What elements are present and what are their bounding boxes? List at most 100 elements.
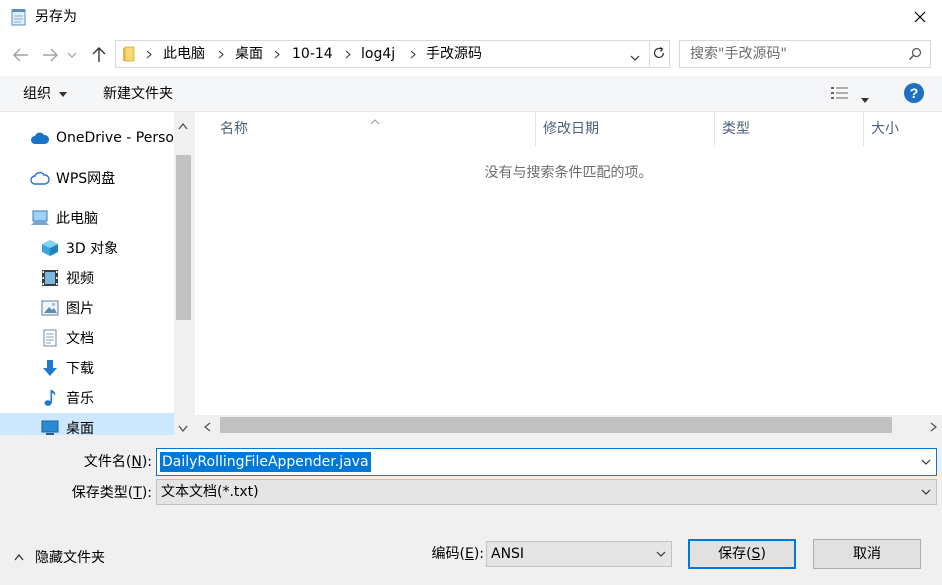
view-options-button[interactable]	[831, 86, 849, 104]
refresh-button[interactable]	[652, 46, 666, 64]
file-list-pane	[195, 112, 942, 435]
search-icon	[908, 47, 922, 65]
caret-down-icon	[861, 98, 869, 103]
search-placeholder: 搜索"手改源码"	[690, 46, 787, 62]
nav-item-label: 视频	[66, 271, 94, 287]
address-divider	[649, 41, 650, 67]
document-icon	[40, 328, 60, 348]
nav-item-label: 图片	[66, 301, 94, 317]
scroll-down-button[interactable]	[178, 420, 188, 436]
nav-item-label: 文档	[66, 331, 94, 347]
chevron-up-icon	[178, 122, 188, 130]
nav-item-desktop[interactable]: 桌面	[0, 413, 174, 435]
nav-item-documents[interactable]: 文档	[0, 323, 174, 353]
title-bar	[0, 0, 942, 34]
close-button[interactable]	[898, 0, 942, 34]
desktop-icon	[40, 418, 60, 435]
breadcrumb-item[interactable]: 10-14	[292, 41, 333, 67]
filename-input[interactable]: DailyRollingFileAppender.java	[156, 448, 937, 476]
breadcrumb-separator-icon	[146, 41, 152, 67]
encoding-select[interactable]: ANSI	[486, 541, 672, 567]
column-header-type[interactable]: 类型	[722, 112, 750, 146]
breadcrumb-separator-icon	[218, 41, 224, 67]
filetype-dropdown-icon	[919, 485, 933, 499]
svg-text:?: ?	[910, 85, 919, 101]
nav-item-music[interactable]: 音乐	[0, 383, 174, 413]
hide-folders-label: 隐藏文件夹	[35, 550, 105, 566]
notepad-icon	[11, 8, 27, 26]
file-list-scroll-thumb[interactable]	[220, 417, 892, 433]
nav-item-this-pc[interactable]: 此电脑	[0, 203, 174, 233]
window-title: 另存为	[35, 9, 77, 25]
help-icon: ?	[904, 83, 924, 103]
arrow-right-icon	[43, 48, 58, 62]
filetype-select[interactable]: 文本文档(*.txt)	[156, 479, 937, 505]
address-dropdown-button[interactable]	[630, 50, 640, 66]
search-input[interactable]: 搜索"手改源码"	[679, 40, 931, 68]
close-icon	[914, 11, 926, 23]
up-button[interactable]	[88, 44, 110, 66]
encoding-label: 编码(E):	[431, 546, 484, 562]
scroll-right-button[interactable]	[930, 420, 938, 436]
column-header-name[interactable]: 名称	[220, 112, 248, 146]
folder-icon	[122, 46, 136, 66]
caret-down-icon	[59, 91, 68, 97]
breadcrumb-separator-icon	[410, 41, 416, 67]
filetype-label: 保存类型(T):	[71, 485, 152, 501]
forward-button[interactable]	[39, 44, 61, 66]
save-button[interactable]: 保存(S)	[688, 539, 796, 569]
hide-folders-toggle[interactable]: 隐藏文件夹	[14, 547, 105, 567]
nav-pane-scroll-thumb[interactable]	[176, 155, 191, 320]
recent-locations-button[interactable]	[64, 44, 80, 66]
sort-ascending-icon	[370, 113, 380, 129]
encoding-dropdown-icon	[654, 547, 668, 561]
back-button[interactable]	[10, 44, 32, 66]
chevron-down-icon	[630, 55, 640, 61]
nav-item-label: 下载	[66, 361, 94, 377]
view-dropdown-button[interactable]	[861, 91, 869, 107]
column-divider[interactable]	[863, 112, 864, 146]
music-note-icon	[40, 388, 60, 408]
nav-item-videos[interactable]: 视频	[0, 263, 174, 293]
arrow-up-icon	[92, 47, 106, 62]
empty-message: 没有与搜索条件匹配的项。	[484, 165, 653, 181]
filename-dropdown-button[interactable]	[919, 455, 933, 469]
scroll-left-button[interactable]	[203, 420, 211, 436]
scroll-up-button[interactable]	[178, 118, 188, 134]
breadcrumb-item[interactable]: 手改源码	[426, 41, 482, 67]
organize-button[interactable]: 组织	[23, 84, 68, 104]
filetype-value: 文本文档(*.txt)	[161, 484, 259, 500]
organize-label: 组织	[23, 86, 51, 102]
new-folder-button[interactable]: 新建文件夹	[103, 84, 173, 104]
picture-icon	[40, 298, 60, 318]
help-button[interactable]: ?	[904, 83, 924, 107]
column-header-size[interactable]: 大小	[871, 112, 899, 146]
breadcrumb-item[interactable]: log4j	[361, 41, 395, 67]
chevron-down-icon	[178, 425, 188, 433]
nav-item-pictures[interactable]: 图片	[0, 293, 174, 323]
nav-item-3d-objects[interactable]: 3D 对象	[0, 233, 174, 263]
nav-item-label: 3D 对象	[66, 241, 119, 257]
cube-icon	[40, 238, 60, 258]
breadcrumb-item[interactable]: 此电脑	[163, 41, 205, 67]
nav-item-wps-drive[interactable]: WPS网盘	[0, 163, 174, 193]
details-view-icon	[831, 87, 848, 99]
column-divider[interactable]	[714, 112, 715, 146]
nav-item-label: 桌面	[66, 421, 94, 435]
breadcrumb-item[interactable]: 桌面	[235, 41, 263, 67]
cloud-outline-icon	[30, 168, 50, 188]
chevron-down-icon	[921, 459, 931, 465]
breadcrumb-separator-icon	[345, 41, 351, 67]
cloud-icon	[30, 128, 50, 148]
chevron-right-icon	[930, 422, 938, 432]
nav-item-downloads[interactable]: 下载	[0, 353, 174, 383]
chevron-down-icon	[68, 52, 76, 58]
column-header-date-modified[interactable]: 修改日期	[543, 112, 599, 146]
encoding-value: ANSI	[491, 546, 525, 562]
nav-item-label: 音乐	[66, 391, 94, 407]
cancel-button[interactable]: 取消	[813, 539, 921, 569]
filename-label: 文件名(N):	[83, 454, 152, 470]
nav-item-onedrive[interactable]: OneDrive - Personal	[0, 123, 174, 153]
address-bar[interactable]: 此电脑 桌面 10-14 log4j 手改源码	[115, 40, 670, 68]
column-divider[interactable]	[535, 112, 536, 146]
